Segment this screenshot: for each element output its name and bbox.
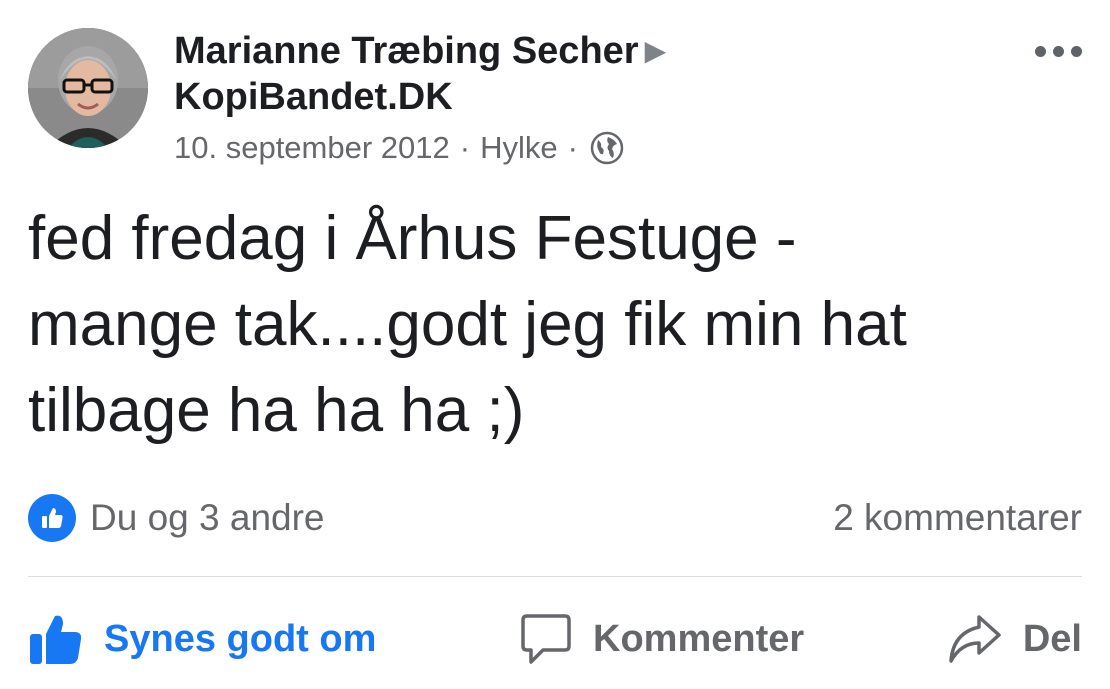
share-icon [949, 615, 1001, 663]
post-text: fed fredag i Århus Festuge - mange tak..… [28, 196, 1078, 454]
post-text-line: tilbage ha ha ha ;) [28, 376, 525, 445]
profile-photo [28, 28, 148, 148]
action-bar: Synes godt om Kommenter Del [28, 604, 1082, 674]
comment-count[interactable]: 2 kommentarer [833, 497, 1082, 539]
post-meta: 10. september 2012 · Hylke · [174, 128, 994, 168]
like-reaction-icon [28, 494, 76, 542]
like-label: Synes godt om [104, 617, 377, 660]
share-button[interactable]: Del [947, 613, 1082, 665]
triangle-right-icon: ▶ [644, 35, 667, 66]
post-header: Marianne Træbing Secher ▶ KopiBandet.DK 1… [174, 28, 994, 168]
globe-icon [590, 131, 624, 165]
like-button[interactable]: Synes godt om [28, 612, 376, 666]
post-date[interactable]: 10. september 2012 [174, 128, 450, 168]
comment-icon [521, 614, 571, 664]
target-page-name[interactable]: KopiBandet.DK [174, 76, 453, 118]
post-location[interactable]: Hylke [480, 128, 558, 168]
meta-separator: · [459, 130, 471, 165]
comment-label: Kommenter [593, 617, 805, 660]
dot [1035, 46, 1046, 57]
reaction-summary[interactable]: Du og 3 andre [28, 494, 325, 542]
thumbs-up-icon [30, 615, 82, 664]
post-text-line: mange tak....godt jeg fik min hat [28, 290, 907, 359]
post-text-line: fed fredag i Århus Festuge - [28, 204, 797, 273]
comment-button[interactable]: Kommenter [519, 612, 804, 666]
avatar[interactable] [28, 28, 148, 148]
divider [28, 576, 1082, 577]
author-name[interactable]: Marianne Træbing Secher [174, 30, 639, 72]
dot [1053, 46, 1064, 57]
dot [1071, 46, 1082, 57]
reaction-summary-text: Du og 3 andre [90, 497, 325, 538]
share-label: Del [1022, 617, 1082, 660]
reactions-row: Du og 3 andre 2 kommentarer [28, 494, 1082, 542]
meta-separator: · [567, 130, 578, 165]
more-options-icon[interactable] [1035, 46, 1082, 57]
author-line: Marianne Træbing Secher ▶ KopiBandet.DK [174, 28, 994, 120]
